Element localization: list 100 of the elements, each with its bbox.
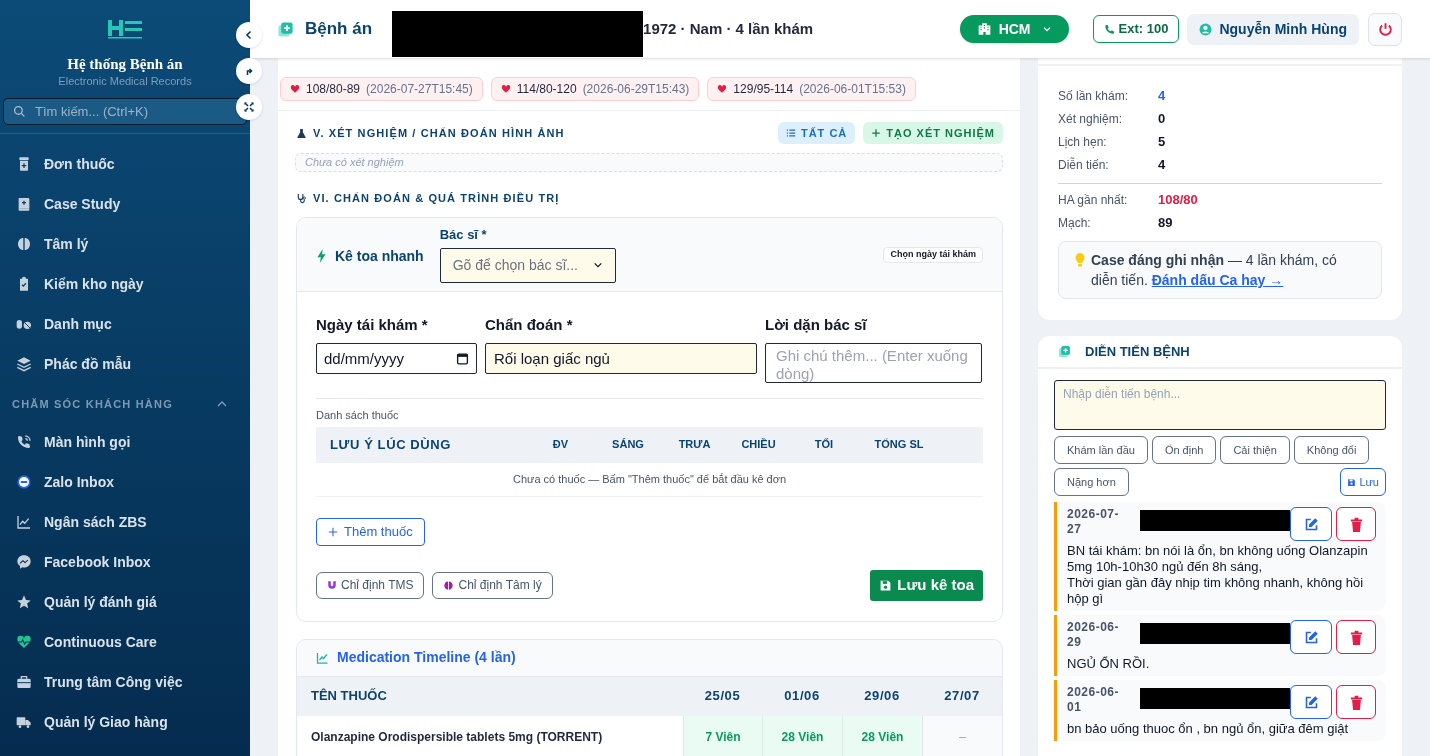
bolt-icon [316,249,327,263]
nav-item[interactable]: Màn hình gọi [0,422,250,462]
nav-item[interactable]: Zalo Inbox [0,462,250,502]
progress-input[interactable]: Nhập diễn tiến bệnh... [1054,380,1386,430]
logout-button[interactable] [1368,12,1402,46]
date-field[interactable]: dd/mm/yyyy [316,342,477,374]
brain-icon [443,579,455,591]
stat-label: HA gần nhất: [1058,192,1129,209]
add-drug-button[interactable]: Thêm thuốc [316,517,425,546]
user-button[interactable]: Nguyễn Minh Hùng [1187,13,1359,45]
column-header: TRƯA [677,437,712,453]
column-header: 29/06 [863,687,901,706]
caret-icon [592,260,603,270]
search-field[interactable]: Tìm kiếm... (Ctrl+K) [3,98,247,125]
tms-button[interactable]: Chỉ định TMS [316,571,425,599]
field-label: Ngày tái khám * [316,315,429,334]
chart-icon [316,651,329,664]
column-header: 01/06 [783,687,821,706]
field-label: Lời dặn bác sĩ [765,315,868,334]
expand-button[interactable] [236,94,262,120]
plus-icon [871,128,882,138]
calendar-icon [456,351,469,365]
doctor-select[interactable]: Gõ để chọn bác sĩ... [439,247,616,283]
revisit-date-button[interactable]: Chọn ngày tái khám [883,246,983,263]
logo-icon [106,19,144,39]
stat-label: Diễn tiến: [1058,156,1110,174]
save-icon [1347,477,1357,487]
vital-chip: 129/95-114 (2026-06-01T15:53) [707,77,916,101]
nav-item[interactable]: Danh mục [0,304,250,344]
branch-dropdown[interactable]: HCM [959,15,1069,43]
vital-chip: 114/80-120 (2026-06-29T15:43) [490,77,700,101]
edit-button[interactable] [1290,620,1332,654]
edit-icon [1303,694,1319,710]
quick-tag-button[interactable]: Nặng hơn [1054,468,1129,496]
share-button[interactable] [236,58,262,84]
caret-icon [1041,24,1052,34]
briefcase-icon [16,674,32,690]
delete-button[interactable] [1336,685,1376,719]
nav-item[interactable]: Continuous Care [0,622,250,662]
nav-item[interactable]: Quản lý Giao hàng [0,702,250,742]
column-header: TÊN THUỐC [310,687,388,706]
quick-tag-button[interactable]: Ổn định [1151,436,1217,464]
card-title: DIỄN TIẾN BỆNH [1085,342,1190,361]
star-icon [16,594,32,610]
nav-item[interactable]: Facebook Inbox [0,542,250,582]
empty-state: Chưa có xét nghiệm [295,153,1003,172]
save-prescription-button[interactable]: Lưu kê toa [870,569,983,601]
all-button[interactable]: TẤT CẢ [777,122,856,144]
nav-item[interactable]: Ngân sách ZBS [0,502,250,542]
column-header: TỐI [813,437,835,453]
extension-button[interactable]: Ext: 100 [1092,15,1180,43]
nav-item[interactable]: Phác đồ mẫu [0,344,250,384]
sidebar-title: Hệ thống Bệnh án [66,55,184,73]
vital-chip: 108/80-89 (2026-07-27T15:45) [280,77,483,101]
nav-item[interactable]: Tâm lý [0,224,250,264]
entry-date: 2026-07-27 [1067,507,1120,537]
nav-item[interactable]: Đơn thuốc [0,144,250,184]
section-title: VI. CHẨN ĐOÁN & QUÁ TRÌNH ĐIỀU TRỊ [313,191,560,207]
drug-name: Olanzapine Orodispersible tablets 5mg (TORRENT) [310,728,604,746]
create-test-button[interactable]: TẠO XÉT NGHIỆM [863,122,1003,144]
magnet-icon [327,580,337,590]
edit-button[interactable] [1290,685,1332,719]
book-icon [16,196,32,212]
column-header: LƯU Ý LÚC DÙNG [329,435,452,454]
edit-icon [1303,516,1319,532]
column-header: ĐV [551,437,570,453]
empty-message: Chưa có thuốc — Bấm "Thêm thuốc" để bắt đầu kê đơn [512,471,787,487]
heart-icon [717,84,728,94]
advice-field[interactable]: Ghi chú thêm... (Enter xuống dòng) [765,342,982,383]
diagnosis-field[interactable]: Rối loạn giấc ngủ [485,342,757,374]
save-progress-button[interactable]: Lưu [1340,468,1386,496]
note-text: Case đáng ghi nhận — 4 lần khám, có diễn tiến. Đánh dấu Ca hay → [1091,251,1338,290]
nav-item[interactable]: Case Study [0,184,250,224]
column-header: SÁNG [611,437,645,453]
psychology-button[interactable]: Chỉ định Tâm lý [432,571,553,599]
stat-value: 5 [1158,133,1167,151]
quick-tag-button[interactable]: Cải thiện [1220,436,1290,464]
delete-button[interactable] [1336,620,1376,654]
entry-date: 2026-06-29 [1067,620,1120,650]
stethoscope-icon [296,193,307,204]
delete-button[interactable] [1336,507,1376,541]
stat-label: Số lần khám: [1058,88,1130,105]
quick-tag-button[interactable]: Khám lần đầu [1054,436,1148,464]
search-icon [13,105,26,118]
column-header: 25/05 [703,687,742,706]
nav-item[interactable]: Kiểm kho ngày [0,264,250,304]
list-icon [785,128,796,138]
card-title: Kê toa nhanh [335,246,424,266]
nav-item[interactable]: Trung tâm Công việc [0,662,250,702]
mark-case-link[interactable]: Đánh dấu Ca hay → [1151,272,1284,288]
table-cell: – [922,715,1002,756]
building-icon [976,22,992,36]
field-label: Chẩn đoán * [485,315,574,334]
stat-value: 4 [1158,156,1167,174]
section-toggle[interactable]: CHĂM SÓC KHÁCH HÀNG [0,386,250,422]
nav-item[interactable]: Quản lý đánh giá [0,582,250,622]
edit-button[interactable] [1290,507,1332,541]
truck-icon [16,714,32,730]
heart-pulse-icon [16,634,32,650]
quick-tag-button[interactable]: Không đổi [1293,436,1370,464]
